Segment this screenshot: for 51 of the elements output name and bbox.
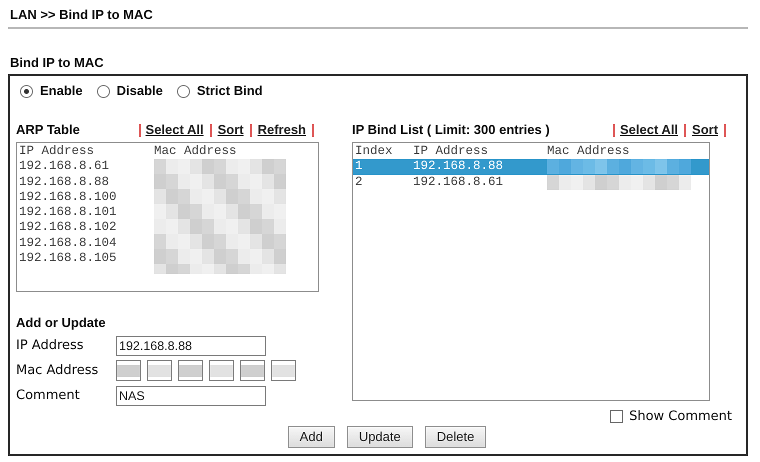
link[interactable]: Sort	[218, 120, 244, 140]
link[interactable]: Select All	[620, 120, 678, 140]
table-title: ARP Table	[16, 121, 81, 140]
link[interactable]: Sort	[692, 120, 718, 140]
table-title: IP Bind List ( Limit: 300 entries )	[352, 121, 551, 140]
list-item[interactable]: 192.168.8.100	[19, 190, 154, 206]
list-row[interactable]: 2 192.168.8.61	[353, 174, 709, 190]
checkbox-label: Show Comment	[629, 408, 732, 426]
field-label: Mac Address	[16, 362, 100, 380]
action-button[interactable]: Add	[288, 426, 335, 448]
radio-button[interactable]	[96, 84, 110, 98]
list-item[interactable]: 192.168.8.102	[19, 220, 154, 236]
bind-list[interactable]: Index IP Address Mac Address 1 192.168.8.88 2 192.168.8.61	[352, 142, 710, 401]
column-header: Mac Address	[154, 144, 237, 160]
link[interactable]: Select All	[146, 120, 204, 140]
radio-button[interactable]	[176, 84, 190, 98]
table-cell-text: 192.168.8.88	[413, 159, 504, 175]
radio-button[interactable]	[20, 84, 33, 98]
mac-octet-field[interactable]	[178, 360, 203, 381]
mac-octet-field[interactable]	[271, 360, 296, 381]
checkbox[interactable]	[610, 410, 624, 424]
mac-octet-field[interactable]	[116, 360, 141, 381]
list-item[interactable]: 192.168.8.88	[19, 174, 154, 190]
mac-octet-field[interactable]	[147, 360, 172, 381]
mac-octet-field[interactable]	[209, 360, 234, 381]
table-cell-text: 192.168.8.61	[413, 174, 504, 190]
table-cell-text: 2	[355, 174, 364, 190]
field-label: IP Address	[16, 336, 85, 355]
page-title: LAN >> Bind IP to MAC	[10, 7, 154, 23]
radio-label: Disable	[116, 82, 163, 100]
table-cell-text: 1	[355, 159, 364, 175]
section-title: Bind IP to MAC	[10, 55, 105, 71]
column-header: Mac Address	[547, 144, 630, 160]
arp-list[interactable]: IP Address Mac Address 192.168.8.61 192.168.8.88 192.168.8.100 192.168.8.101 192.168.8.102 192.168.8.104 192.168.8.105	[16, 142, 319, 292]
action-button[interactable]: Delete	[424, 426, 486, 448]
link[interactable]: Refresh	[258, 120, 306, 140]
column-header: Index	[355, 144, 394, 160]
radio-label: Strict Bind	[196, 82, 263, 100]
field-label: Comment	[16, 386, 81, 405]
list-item[interactable]: 192.168.8.105	[19, 251, 154, 266]
radio-label: Enable	[40, 82, 83, 100]
column-header: IP Address	[413, 144, 490, 160]
mac-octet-field[interactable]	[240, 360, 265, 381]
form-title: Add or Update	[16, 315, 107, 331]
action-button[interactable]: Update	[346, 426, 413, 448]
input-field[interactable]: 192.168.8.88	[116, 336, 266, 356]
column-header: IP Address	[19, 144, 96, 160]
input-field[interactable]: NAS	[116, 386, 266, 406]
list-item[interactable]: 192.168.8.101	[19, 205, 154, 220]
list-item[interactable]: 192.168.8.61	[19, 159, 154, 175]
list-item[interactable]: 192.168.8.104	[19, 236, 154, 252]
